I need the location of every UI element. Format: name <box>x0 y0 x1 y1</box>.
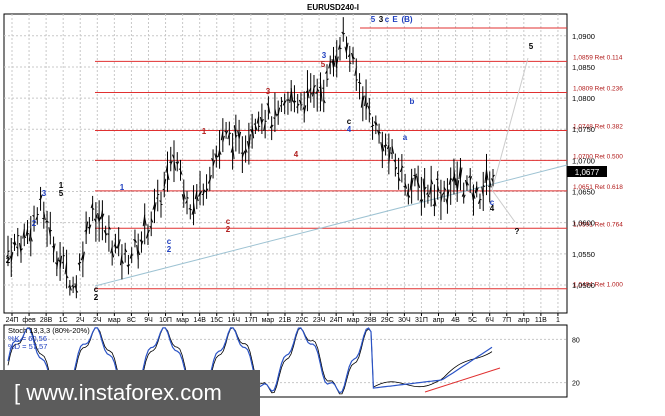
y-tick-label: 1,0550 <box>572 250 595 259</box>
x-tick-label: 16Ч <box>228 317 241 324</box>
price-bar-close <box>131 254 134 256</box>
x-tick-label: 4В <box>451 317 460 324</box>
wave-label: a <box>403 133 408 142</box>
fib-level-label: 1,0859 Ret 0.114 <box>573 54 623 61</box>
x-tick-label: 17П <box>244 317 257 324</box>
wave-label: 5 <box>371 15 376 24</box>
price-bar-open <box>370 125 373 128</box>
y-tick-label: 1,0650 <box>572 188 595 197</box>
x-tick-label: 22С <box>296 317 309 324</box>
x-tick-label: апр <box>518 317 530 324</box>
wave-label: 4 <box>294 150 299 159</box>
x-tick-label: 15С <box>210 317 223 324</box>
x-tick-label: 5С <box>468 317 477 324</box>
wave-label: 3 <box>322 51 327 60</box>
y-tick-label: 1,0500 <box>572 281 595 290</box>
price-bar-close <box>79 261 82 264</box>
x-tick-label: 29С <box>381 317 394 324</box>
watermark-banner[interactable]: [ www.instaforex.com <box>0 370 260 416</box>
wave-label: 3 <box>42 189 47 198</box>
x-tick-label: 14В <box>193 317 206 324</box>
price-bar-close <box>343 32 345 35</box>
y-tick-label: 1,0700 <box>572 156 595 165</box>
y-tick-label: 1,0850 <box>572 63 595 72</box>
current-price-label: 1,0677 <box>575 168 600 177</box>
price-bar-open <box>204 190 207 193</box>
x-tick-label: 2Ч <box>76 317 85 324</box>
x-tick-label: 28В <box>364 317 377 324</box>
x-tick-label: 11В <box>535 317 547 324</box>
wave-label: 1 <box>120 183 125 192</box>
wave-label: 2 <box>32 219 37 228</box>
wave-label: 2 <box>6 256 11 265</box>
wave-label: 4 <box>347 125 352 134</box>
x-tick-label: мар <box>176 317 189 324</box>
x-tick-label: 31П <box>415 317 428 324</box>
price-bar-close <box>300 104 303 106</box>
x-tick-label: 28В <box>40 317 53 324</box>
wave-label: 3 <box>266 87 271 96</box>
wave-label: 4 <box>490 204 495 213</box>
y-tick-label: 1,0600 <box>572 219 595 228</box>
chart-window: EURUSD240-I 1,0859 Ret 0.114 1,0809 Ret 0… <box>0 0 665 416</box>
x-tick-label: 7П <box>502 317 511 324</box>
price-chart[interactable]: EURUSD240-I 1,0859 Ret 0.114 1,0809 Ret 0… <box>0 0 665 416</box>
x-tick-label: 1С <box>59 317 68 324</box>
wave-label: 2 <box>226 225 231 234</box>
x-tick-label: апр <box>433 317 445 324</box>
x-tick-label: 9Ч <box>144 317 153 324</box>
x-tick-label: мар <box>347 317 360 324</box>
x-tick-label: 24П <box>330 317 343 324</box>
wave-label: E <box>392 15 398 24</box>
price-bar-open <box>178 168 181 170</box>
x-tick-label: фев <box>22 317 36 324</box>
x-tick-label: 6Ч <box>485 317 494 324</box>
x-tick-label: мар <box>262 317 275 324</box>
stoch-d-label: %D = 57,57 <box>8 342 47 351</box>
watermark-text: www.instaforex.com <box>26 380 222 405</box>
wave-label: 1 <box>202 127 207 136</box>
wave-label: 3 <box>379 15 384 24</box>
wave-label: ? <box>515 227 520 236</box>
wave-label: b <box>410 97 415 106</box>
wave-label: 5 <box>529 42 534 51</box>
wave-label: (B) <box>401 15 412 24</box>
wave-label: 2 <box>94 293 99 302</box>
x-tick-label: 30Ч <box>398 317 411 324</box>
price-bar-open <box>162 188 165 191</box>
x-tick-label: мар <box>108 317 121 324</box>
wave-label: 5 <box>321 60 326 69</box>
wave-label: c <box>385 15 390 24</box>
x-tick-label: 21В <box>279 317 292 324</box>
wave-label: 5 <box>59 189 64 198</box>
x-tick-label: 10П <box>159 317 172 324</box>
price-bar-open <box>51 245 54 248</box>
x-tick-label: 2Ч <box>93 317 102 324</box>
fib-level-label: 1,0809 Ret 0.236 <box>573 85 623 92</box>
y-tick-label: 1,0900 <box>572 32 595 41</box>
stoch-level-label: 20 <box>572 381 580 388</box>
chart-title: EURUSD240-I <box>307 3 359 12</box>
x-tick-label: 8С <box>127 317 136 324</box>
price-bar-close <box>450 178 453 181</box>
price-bar-close <box>50 229 52 232</box>
x-tick-label: 24П <box>6 317 19 324</box>
x-tick-label: 23Ч <box>313 317 326 324</box>
y-tick-label: 1,0800 <box>572 94 595 103</box>
stoch-level-label: 80 <box>572 337 580 344</box>
price-bar-close <box>190 208 193 211</box>
wave-label: 2 <box>167 245 172 254</box>
y-tick-label: 1,0750 <box>572 125 595 134</box>
price-bar-open <box>123 253 126 255</box>
x-tick-label: 1 <box>556 317 560 324</box>
